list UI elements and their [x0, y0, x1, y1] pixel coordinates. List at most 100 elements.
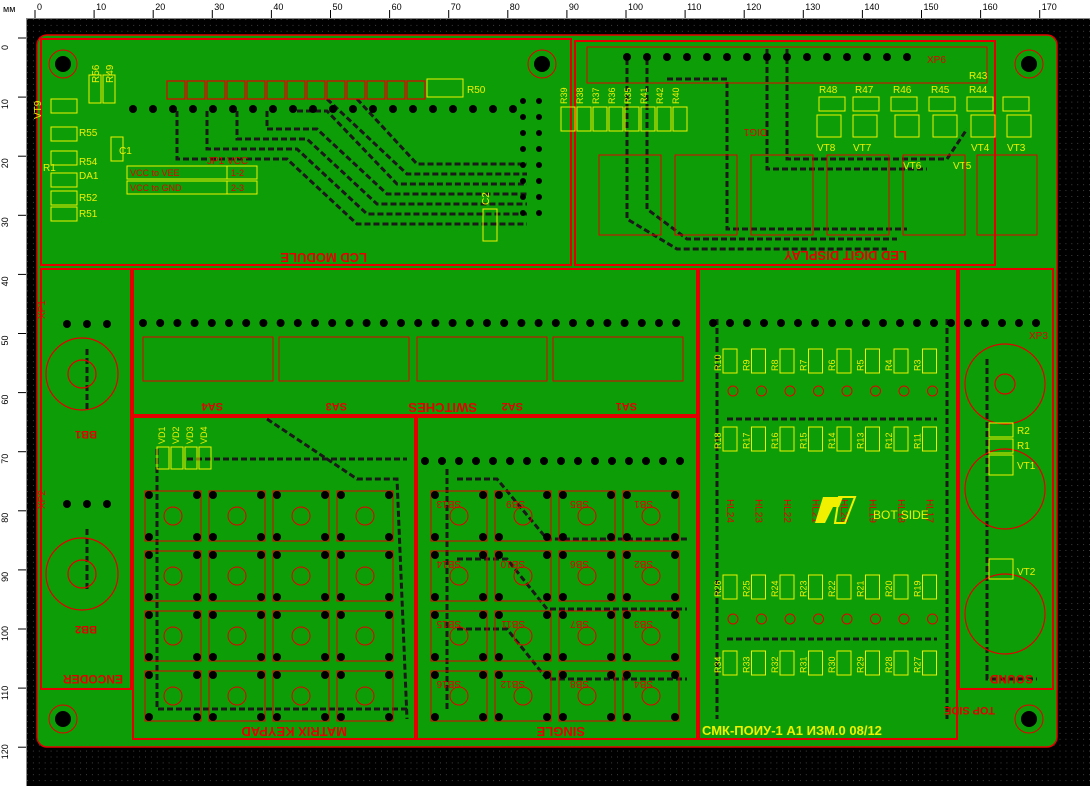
led-header-pin: [811, 319, 819, 327]
label-r44: R44: [969, 85, 988, 96]
ruler-x-label: 70: [451, 2, 461, 12]
ruler-x-label: 130: [805, 2, 820, 12]
label-vt5: VT5: [953, 161, 972, 172]
ruler-y-label: 80: [0, 513, 10, 523]
label-r46: R46: [893, 85, 912, 96]
pcb-board-drawing[interactable]: VT9 R56 R49 R55 C1 R54 DA1 R1 R52 R51 R5…: [27, 19, 1090, 786]
label-r36: R36: [607, 87, 617, 104]
ruler-y-label: 40: [0, 276, 10, 286]
label-c1: C1: [119, 146, 132, 157]
single-key-label: SB3: [634, 618, 653, 629]
switch-pin: [139, 319, 147, 327]
switch-pin: [637, 319, 646, 327]
label-r2: R2: [1017, 426, 1030, 437]
horizontal-ruler: мм 0 10 20 30 40 50 60 70 80 90 100 110 120 130 140 150…: [0, 0, 1090, 19]
led-header-pin: [947, 319, 955, 327]
switch-pin: [517, 319, 526, 327]
label-r54: R54: [79, 157, 98, 168]
led-resistor-label: R24: [770, 580, 780, 597]
label-vd2: VD2: [171, 426, 181, 444]
led-xp6-label: XP6: [927, 55, 946, 66]
single-title: SINGLE: [536, 724, 585, 739]
switch-pin: [465, 319, 474, 327]
label-xp2: XP2: [37, 490, 48, 509]
switch-pin: [311, 319, 319, 327]
ruler-y-label: 60: [0, 395, 10, 405]
single-key-label: SB1: [634, 498, 653, 509]
led-resistor-label: R8: [770, 359, 780, 371]
vertical-ruler: 0 10 20 30 40 50 60 70 80 90 100 110 120: [0, 18, 27, 786]
label-vd1: VD1: [157, 426, 167, 444]
lcd-jumper-row2-desc: VCC to GND: [130, 183, 182, 193]
hl-led-label: HL23: [753, 499, 764, 523]
ruler-x-label: 170: [1042, 2, 1057, 12]
led-resistor-label: R32: [770, 656, 780, 673]
switch-pin: [207, 319, 216, 327]
led-resistor-label: R22: [827, 580, 837, 597]
led-resistor-label: R19: [913, 580, 923, 597]
led-resistor-label: R29: [856, 656, 866, 673]
ruler-unit-label: мм: [3, 4, 15, 14]
single-pin: [421, 457, 429, 465]
label-r35: R35: [623, 87, 633, 104]
ruler-x-label: 80: [510, 2, 520, 12]
label-r52: R52: [79, 193, 98, 204]
switch-pin: [293, 319, 302, 327]
label-r43: R43: [969, 71, 988, 82]
switch-pin: [448, 319, 457, 327]
switch-pin: [672, 319, 681, 327]
switch-pin: [190, 319, 199, 327]
encoder-title: ENCODER: [63, 672, 123, 686]
label-sa3: SA3: [326, 400, 347, 412]
lcd-jumper-row1-desc: VCC to VEE: [130, 168, 180, 178]
label-r42: R42: [655, 87, 665, 104]
single-pin: [438, 457, 446, 465]
ruler-x-label: 150: [924, 2, 939, 12]
led-resistor-label: R21: [856, 580, 866, 597]
led-resistor-label: R31: [799, 656, 809, 673]
switch-pin: [362, 319, 371, 327]
ruler-x-label: 40: [273, 2, 283, 12]
label-vt9: VT9: [33, 100, 44, 119]
switch-pin: [397, 319, 405, 327]
label-vt6: VT6: [903, 161, 922, 172]
led-resistor-label: R17: [742, 432, 752, 449]
ruler-y-label: 110: [0, 686, 10, 700]
led-header-pin: [896, 319, 904, 327]
label-r49: R49: [105, 64, 116, 83]
lcd-jumper-row1-pins: 1-2: [231, 168, 244, 178]
led-resistor-label: R33: [742, 656, 752, 673]
led-header-pin: [879, 319, 887, 327]
led-display-title: LED DIGIT DISPLAY: [784, 248, 907, 263]
led-resistor-label: R5: [856, 359, 866, 371]
switch-pin: [345, 319, 354, 327]
label-vt8: VT8: [817, 143, 836, 154]
led-resistor-label: R20: [884, 580, 894, 597]
label-bb1: BB1: [75, 428, 97, 440]
single-pin: [489, 457, 497, 465]
switch-pin: [620, 319, 629, 327]
led-header-pin: [794, 319, 802, 327]
single-pin: [608, 457, 616, 465]
switch-pin: [603, 319, 612, 327]
led-header-pin: [777, 319, 785, 327]
label-r48: R48: [819, 85, 838, 96]
led-header-pin: [760, 319, 768, 327]
led-resistor-label: R23: [799, 580, 809, 597]
led-resistor-label: R10: [713, 354, 723, 371]
led-header-pin: [1015, 319, 1023, 327]
led-resistor-label: R13: [856, 432, 866, 449]
switch-pin: [586, 319, 595, 327]
label-r50: R50: [467, 85, 486, 96]
single-pin: [591, 457, 599, 465]
label-r39: R39: [559, 87, 569, 104]
switch-pin: [276, 319, 285, 327]
label-dig1: DIG1: [743, 126, 767, 137]
sound-title: SOUND: [989, 672, 1033, 686]
single-key-label: SB15: [436, 618, 461, 629]
single-pin: [659, 457, 667, 465]
ruler-x-label: 140: [864, 2, 879, 12]
switch-pin: [414, 319, 423, 327]
ruler-y-label: 100: [0, 626, 10, 641]
pcb-canvas[interactable]: VT9 R56 R49 R55 C1 R54 DA1 R1 R52 R51 R5…: [27, 19, 1090, 786]
